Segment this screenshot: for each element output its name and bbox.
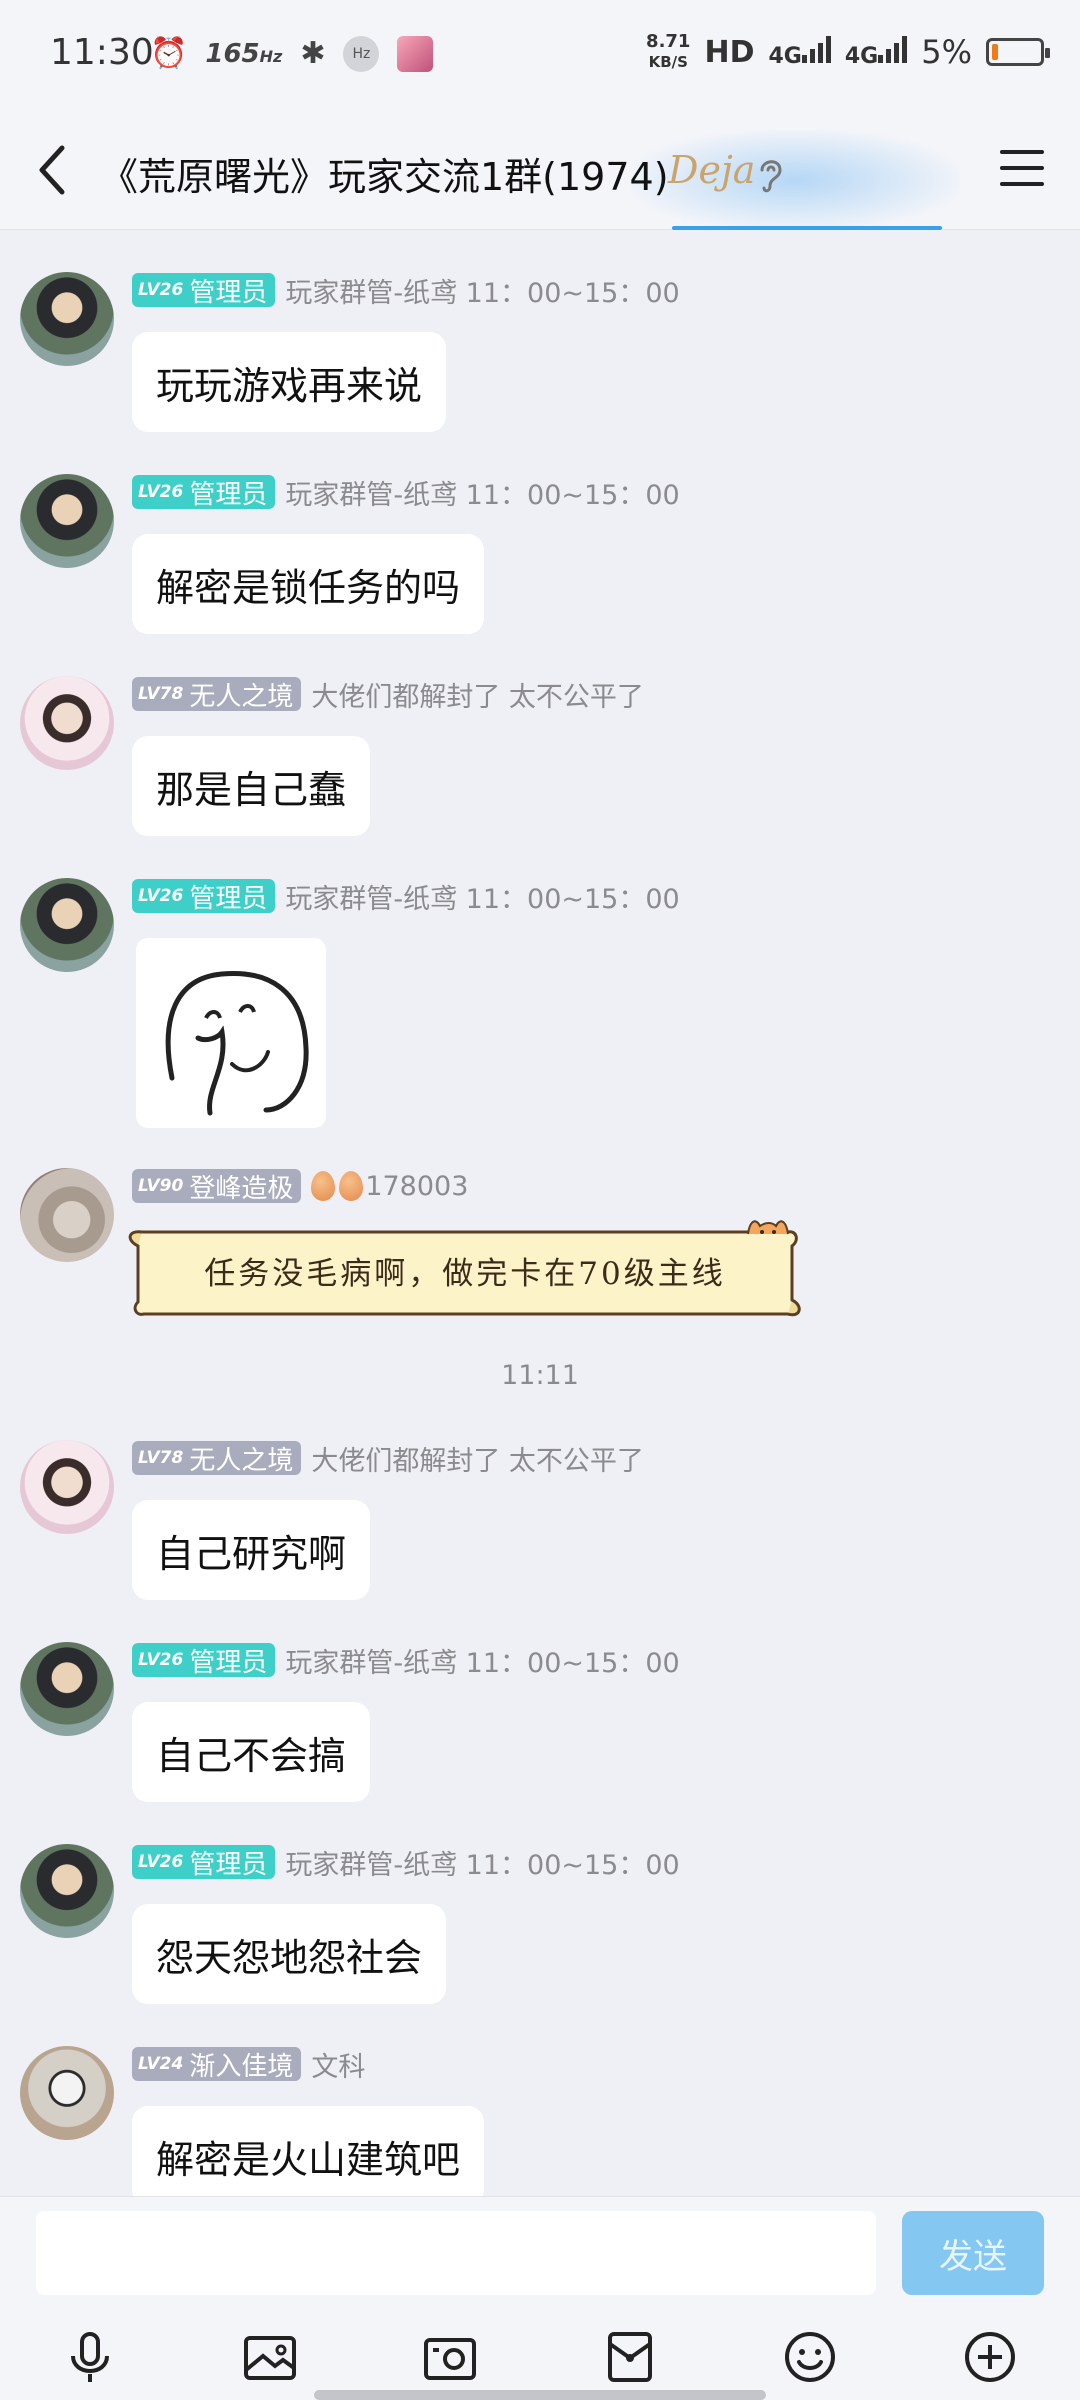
- message-meta: LV90 登峰造极 178003: [132, 1168, 468, 1204]
- camera-icon: [424, 2338, 476, 2380]
- message-meta: LV26 管理员 玩家群管-纸鸢 11：00~15：00: [132, 473, 680, 512]
- avatar[interactable]: [20, 676, 114, 770]
- message-bubble[interactable]: 自己不会搞: [132, 1702, 371, 1802]
- sticker-image[interactable]: [136, 938, 326, 1128]
- hamburger-menu-icon: [1000, 150, 1044, 154]
- status-icons-right: 8.71 KB/S HD 4G 4G 5%: [646, 31, 1050, 72]
- status-icons-left: ⏰ 165Hz ✱ Hz: [150, 34, 434, 74]
- back-button[interactable]: [22, 140, 82, 200]
- level-badge: LV24 渐入佳境: [132, 2047, 302, 2082]
- level-badge: LV90 登峰造极: [132, 1169, 302, 1204]
- chevron-left-icon: [39, 145, 65, 195]
- message-bubble[interactable]: 玩玩游戏再来说: [132, 332, 447, 432]
- battery-icon: [986, 38, 1050, 66]
- title-decoration: Deja: [668, 148, 756, 192]
- alarm-icon: ⏰: [150, 36, 188, 71]
- message-bubble[interactable]: 自己研究啊: [132, 1500, 371, 1600]
- signal-1: 4G: [768, 35, 831, 69]
- voice-button[interactable]: [50, 2317, 130, 2397]
- message-input[interactable]: [36, 2211, 876, 2295]
- more-button[interactable]: [950, 2317, 1030, 2397]
- status-time: 11:30: [50, 32, 154, 73]
- message-meta: LV26 管理员 玩家群管-纸鸢 11：00~15：00: [132, 271, 680, 310]
- emoji-icon: [785, 2332, 835, 2382]
- red-packet-icon: [608, 2332, 652, 2382]
- home-indicator[interactable]: [314, 2390, 766, 2400]
- message-bubble[interactable]: 解密是火山建筑吧: [132, 2106, 485, 2206]
- sender-nickname[interactable]: 大佬们都解封了 太不公平了: [311, 675, 644, 714]
- egg-badges-icon: [311, 1171, 364, 1201]
- red-packet-button[interactable]: [590, 2317, 670, 2397]
- ear-icon: [760, 160, 782, 193]
- message-meta: LV26 管理员 玩家群管-纸鸢 11：00~15：00: [132, 877, 680, 916]
- message-meta: LV26 管理员 玩家群管-纸鸢 11：00~15：00: [132, 1843, 680, 1882]
- message-bubble[interactable]: 解密是锁任务的吗: [132, 534, 485, 634]
- message-meta: LV78 无人之境 大佬们都解封了 太不公平了: [132, 675, 644, 714]
- avatar[interactable]: [20, 1168, 114, 1262]
- camera-button[interactable]: [410, 2317, 490, 2397]
- avatar[interactable]: [20, 1642, 114, 1736]
- sender-nickname[interactable]: 玩家群管-纸鸢 11：00~15：00: [285, 1641, 679, 1680]
- microphone-icon: [71, 2332, 109, 2382]
- bluetooth-icon: ✱: [300, 36, 326, 71]
- message-bubble[interactable]: 怨天怨地怨社会: [132, 1904, 447, 2004]
- level-badge: LV78 无人之境: [132, 1441, 302, 1476]
- sender-nickname[interactable]: 玩家群管-纸鸢 11：00~15：00: [285, 877, 679, 916]
- signal-bars-icon: [801, 35, 831, 63]
- plus-icon: [965, 2332, 1015, 2382]
- sender-nickname[interactable]: 玩家群管-纸鸢 11：00~15：00: [285, 271, 679, 310]
- sender-nickname[interactable]: 178003: [365, 1171, 468, 1202]
- avatar[interactable]: [20, 474, 114, 568]
- group-title[interactable]: 《荒原曙光》玩家交流1群(1974): [100, 146, 669, 201]
- image-button[interactable]: [230, 2317, 310, 2397]
- app-notification-icon: [397, 36, 434, 72]
- level-badge: LV26 管理员: [132, 1845, 276, 1880]
- send-button[interactable]: 发送: [902, 2211, 1044, 2295]
- avatar[interactable]: [20, 2046, 114, 2140]
- signal-2: 4G: [845, 35, 908, 69]
- message-text: 任务没毛病啊，做完卡在70级主线: [204, 1255, 726, 1292]
- sender-nickname[interactable]: 大佬们都解封了 太不公平了: [311, 1439, 644, 1478]
- avatar[interactable]: [20, 1440, 114, 1534]
- hd-indicator: HD: [704, 34, 755, 70]
- message-meta: LV26 管理员 玩家群管-纸鸢 11：00~15：00: [132, 1641, 680, 1680]
- chat-header: 《荒原曙光》玩家交流1群(1974) Deja: [0, 110, 1080, 230]
- image-icon: [244, 2336, 296, 2380]
- message-meta: LV78 无人之境 大佬们都解封了 太不公平了: [132, 1439, 644, 1478]
- sender-nickname[interactable]: 玩家群管-纸鸢 11：00~15：00: [285, 473, 679, 512]
- signal-bars-icon: [878, 35, 908, 63]
- hz-badge-icon: Hz: [343, 36, 380, 72]
- sender-nickname[interactable]: 文科: [311, 2045, 365, 2084]
- avatar[interactable]: [20, 1844, 114, 1938]
- sender-nickname[interactable]: 玩家群管-纸鸢 11：00~15：00: [285, 1843, 679, 1882]
- input-bar: 发送: [0, 2196, 1080, 2400]
- menu-button[interactable]: [1000, 150, 1044, 190]
- avatar[interactable]: [20, 878, 114, 972]
- message-bubble[interactable]: 那是自己蠢: [132, 736, 371, 836]
- avatar[interactable]: [20, 272, 114, 366]
- battery-percent: 5%: [921, 33, 972, 71]
- level-badge: LV26 管理员: [132, 273, 276, 308]
- header-glow-line: [672, 226, 942, 230]
- message-meta: LV24 渐入佳境 文科: [132, 2045, 365, 2084]
- chat-timestamp: 11:11: [501, 1360, 579, 1391]
- level-badge: LV26 管理员: [132, 475, 276, 510]
- input-toolbar: [0, 2317, 1080, 2400]
- network-speed: 8.71 KB/S: [646, 31, 691, 72]
- refresh-rate: 165Hz: [205, 39, 283, 69]
- level-badge: LV78 无人之境: [132, 677, 302, 712]
- status-bar: 11:30 ⏰ 165Hz ✱ Hz 8.71 KB/S HD 4G 4G 5%: [0, 0, 1080, 110]
- emoji-button[interactable]: [770, 2317, 850, 2397]
- message-bubble[interactable]: 任务没毛病啊，做完卡在70级主线: [128, 1220, 802, 1320]
- level-badge: LV26 管理员: [132, 879, 276, 914]
- level-badge: LV26 管理员: [132, 1643, 276, 1678]
